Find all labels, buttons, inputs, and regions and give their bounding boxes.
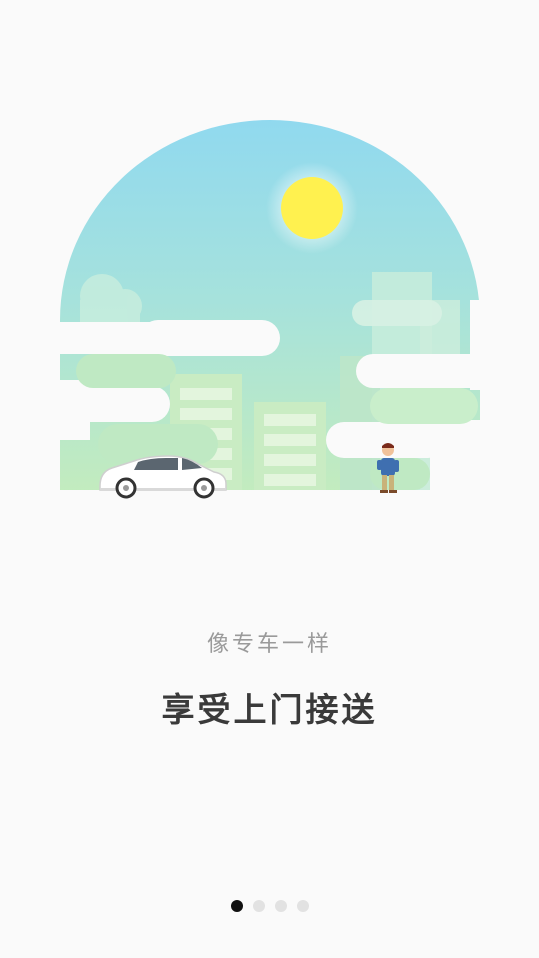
city-illustration xyxy=(0,120,539,500)
onboarding-headline: 享受上门接送 xyxy=(161,690,378,729)
page-dot-4[interactable] xyxy=(296,900,309,912)
onboarding-subtitle: 像专车一样 xyxy=(206,632,332,657)
page-dot-3[interactable] xyxy=(274,900,287,912)
page-dot-1[interactable] xyxy=(230,900,243,912)
building-center-right xyxy=(254,402,326,490)
page-indicator[interactable] xyxy=(0,900,539,912)
sun-icon xyxy=(281,177,343,239)
page-dot-2[interactable] xyxy=(252,900,265,912)
onboarding-screen: 像专车一样 享受上门接送 xyxy=(0,0,539,958)
